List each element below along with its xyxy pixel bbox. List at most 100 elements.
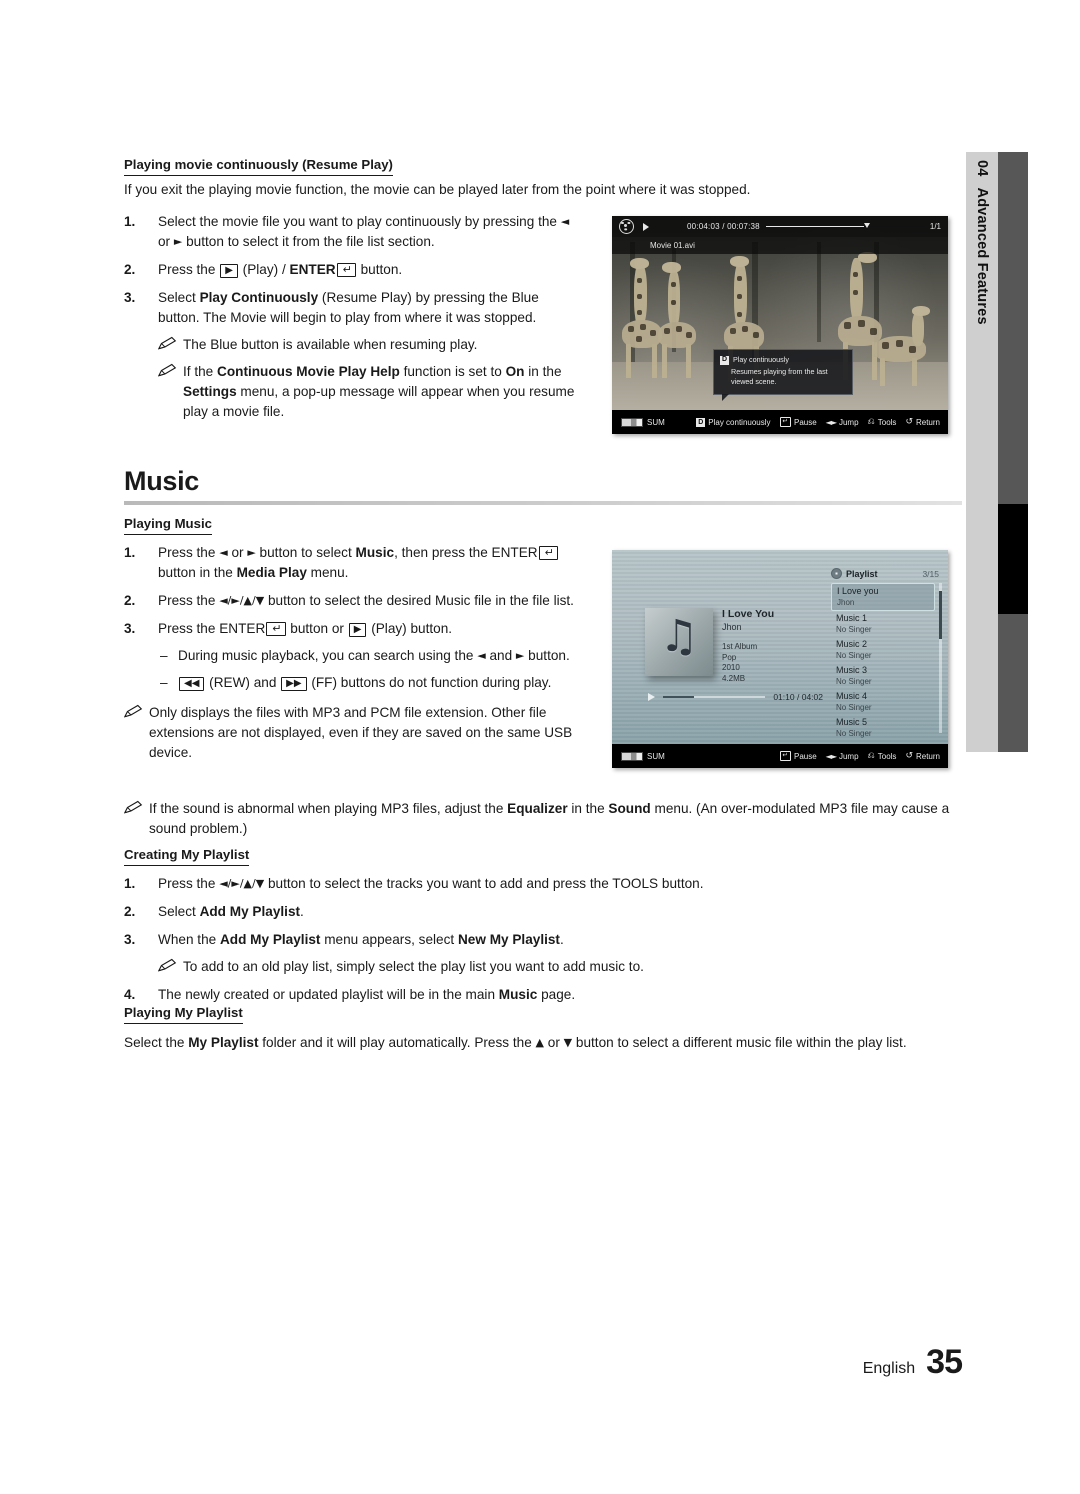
step-text-b: button to select the tracks you want to … — [264, 876, 613, 891]
step-text-a: When the — [158, 932, 220, 947]
playlist-item-selected[interactable]: I Love you Jhon — [831, 583, 935, 611]
movie-btn-pause[interactable]: ↵ Pause — [779, 417, 817, 427]
play-key-icon: ▶ — [348, 623, 367, 637]
pmp-bold-a: My Playlist — [188, 1035, 259, 1050]
movie-btn-play-continuously[interactable]: D Play continuously — [696, 417, 771, 427]
music-source-label: SUM — [647, 751, 665, 761]
blue-button-badge-icon: D — [696, 417, 706, 427]
step-number: 3. — [124, 290, 136, 305]
step-bold-a: Music — [355, 545, 395, 560]
movie-seek-bar[interactable] — [765, 222, 924, 228]
note-text-a: If the sound is abnormal when playing MP… — [149, 801, 508, 816]
movie-btn-tools[interactable]: ⎌ Tools — [868, 417, 897, 427]
music-btn-pause[interactable]: ↵ Pause — [779, 751, 817, 761]
playlist-item[interactable]: Music 1 No Singer — [831, 611, 935, 637]
playlist-disc-icon — [831, 568, 842, 579]
movie-button-bar: SUM D Play continuously ↵ Pause ◄► Jump ⎌ To… — [612, 410, 948, 434]
four-direction-arrows-icon: ◄/►/▲/▼ — [219, 877, 265, 890]
movie-btn-return[interactable]: ↺ Return — [905, 417, 940, 427]
step-number: 1. — [124, 214, 136, 229]
four-direction-arrows-icon: ◄/►/▲/▼ — [219, 594, 265, 607]
note-item: Only displays the files with MP3 and PCM… — [124, 703, 584, 763]
left-arrow-icon: ◄ — [560, 215, 570, 228]
movie-seek-knob[interactable] — [863, 222, 870, 228]
step-text-b: menu appears, select — [320, 932, 458, 947]
playlist-item[interactable]: Music 4 No Singer — [831, 689, 935, 715]
down-arrow-icon: ▼ — [563, 1036, 573, 1049]
play-icon — [648, 693, 655, 701]
movie-tooltip-desc: Resumes playing from the last viewed sce… — [731, 367, 828, 386]
step-text-d: (Play) button. — [367, 621, 453, 636]
step-text-a: Select — [158, 904, 200, 919]
movie-button-bar-items: D Play continuously ↵ Pause ◄► Jump ⎌ Tools … — [696, 417, 940, 427]
dash-text-b: and — [485, 648, 516, 663]
step-text-a: The newly created or updated playlist wi… — [158, 987, 499, 1002]
manual-page: 04 Advanced Features Playing movie conti… — [0, 0, 1080, 1494]
playlist-item[interactable]: Music 2 No Singer — [831, 637, 935, 663]
playlist-scrollbar-thumb[interactable] — [939, 591, 942, 639]
pencil-note-icon — [158, 958, 177, 972]
step-item: 2. Select Add My Playlist. — [124, 902, 962, 922]
music-btn-jump[interactable]: ◄► Jump — [826, 752, 859, 761]
enter-label: ENTER — [491, 545, 538, 560]
pencil-note-icon — [158, 363, 177, 377]
playlist-item[interactable]: Music 3 No Singer — [831, 663, 935, 689]
dash-marker: – — [160, 675, 168, 690]
step-text-c: . — [559, 932, 564, 947]
note-bold-b: On — [505, 364, 525, 379]
playlist-scrollbar[interactable] — [939, 583, 942, 733]
music-transport: 01:10 / 04:02 — [648, 692, 823, 702]
step-number: 4. — [124, 987, 136, 1002]
music-btn-tools[interactable]: ⎌ Tools — [868, 751, 897, 761]
step-text: Press the ▶ (Play) / ENTER ↵ button. — [158, 262, 402, 278]
step-text-c: button to select — [255, 545, 356, 560]
music-button-bar-items: ↵ Pause ◄► Jump ⎌ Tools ↺ Return — [779, 751, 940, 761]
fast-forward-key-icon: ▶▶ — [281, 677, 307, 691]
note-bold-a: Continuous Movie Play Help — [217, 364, 400, 379]
note-item: The Blue button is available when resumi… — [158, 335, 584, 355]
film-reel-icon — [619, 219, 634, 234]
note-text-a: If the — [183, 364, 218, 379]
playlist-item[interactable]: Music 5 No Singer — [831, 715, 935, 741]
music-btn-label: Jump — [838, 751, 859, 761]
music-seek-bar[interactable] — [663, 696, 766, 698]
track-size: 4.2MB — [722, 673, 746, 683]
music-btn-return[interactable]: ↺ Return — [905, 751, 940, 761]
note-item: If the sound is abnormal when playing MP… — [124, 799, 962, 839]
step-bold-b: Media Play — [236, 565, 307, 580]
section-creating-my-playlist: Creating My Playlist 1. Press the ◄/►/▲/… — [124, 846, 962, 1005]
step-text-b: button to select the desired Music file … — [264, 593, 574, 608]
blue-button-badge-icon: D — [720, 355, 729, 365]
step-number: 1. — [124, 545, 136, 560]
movie-btn-label: Jump — [838, 417, 859, 427]
playlist-item-singer: No Singer — [836, 624, 872, 634]
play-key-icon: ▶ — [220, 264, 238, 278]
track-genre: Pop — [722, 652, 737, 662]
movie-source-label: SUM — [647, 417, 665, 427]
playlist-item-singer: No Singer — [836, 702, 872, 712]
chapter-tab: 04 Advanced Features — [966, 152, 1028, 752]
step-text-a: Press the — [158, 262, 220, 277]
step-text-b: . — [300, 904, 304, 919]
tools-icon: ⎌ — [867, 417, 875, 427]
movie-time-total: 00:07:38 — [727, 222, 760, 231]
step-text-b: or — [158, 234, 174, 249]
note-text: If the sound is abnormal when playing MP… — [149, 801, 949, 836]
movie-tooltip-tail — [722, 394, 729, 401]
note-text-b: in the — [567, 801, 609, 816]
step-item: 3. When the Add My Playlist menu appears… — [124, 930, 962, 950]
step-number: 2. — [124, 904, 136, 919]
resume-play-intro-wrap: If you exit the playing movie function, … — [124, 180, 962, 200]
note-text: Only displays the files with MP3 and PCM… — [149, 705, 573, 760]
enter-key-icon: ↵ — [538, 546, 558, 560]
movie-btn-jump[interactable]: ◄► Jump — [826, 418, 859, 427]
step-number: 2. — [124, 262, 136, 277]
pmp-text-c: or — [544, 1035, 564, 1050]
note-text-d: menu, a pop-up message will appear when … — [183, 384, 575, 419]
footer-page-number: 35 — [926, 1343, 963, 1381]
left-arrow-icon: ◄ — [477, 649, 486, 662]
playlist-items[interactable]: I Love you Jhon Music 1 No Singer Music … — [831, 583, 935, 741]
music-source-indicator: SUM — [621, 751, 665, 761]
music-btn-label: Return — [915, 751, 940, 761]
playlist-item-singer: Jhon — [837, 597, 855, 607]
